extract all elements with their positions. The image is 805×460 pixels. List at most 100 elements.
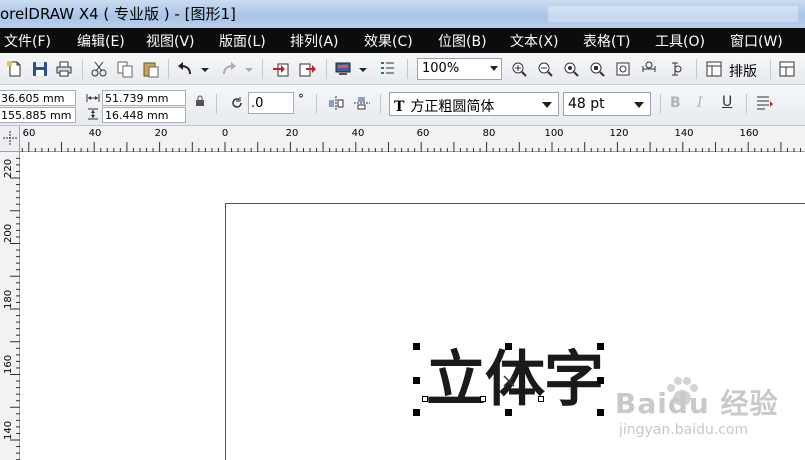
ruler-label: 180 — [3, 289, 14, 309]
mirror-vertical-icon[interactable] — [354, 96, 370, 110]
zoom-to-page-width-icon[interactable] — [640, 60, 658, 78]
selection-handle-middle-left[interactable] — [413, 377, 420, 384]
zoom-level-select[interactable]: 100% — [417, 58, 502, 80]
vertical-ruler[interactable]: 220 200 180 160 140 — [0, 152, 20, 460]
height-icon — [88, 108, 98, 120]
title-bar: orelDRAW X4 ( 专业版 ) - [图形1] — [0, 0, 805, 28]
menu-text[interactable]: 文本(X) — [510, 31, 559, 51]
zoom-to-all-objects-icon[interactable] — [588, 60, 606, 78]
standard-toolbar: 100% 排版 — [0, 53, 805, 85]
zoom-to-page-height-icon[interactable] — [666, 60, 684, 78]
position-y-field[interactable]: 155.885 mm — [0, 107, 76, 123]
ruler-label: 120 — [609, 128, 629, 139]
object-height-field[interactable]: 16.448 mm — [102, 107, 186, 123]
watermark-url: jingyan.baidu.com — [619, 422, 749, 438]
chevron-down-icon[interactable] — [490, 66, 498, 71]
ruler-label: 140 — [3, 420, 14, 440]
layout-docker-icon[interactable] — [705, 60, 723, 78]
center-cross-icon — [503, 375, 515, 387]
menu-table[interactable]: 表格(T) — [583, 31, 630, 51]
undo-icon[interactable] — [176, 60, 194, 78]
zoom-to-page-icon[interactable] — [614, 60, 632, 78]
menu-window[interactable]: 窗口(W) — [730, 31, 783, 51]
ruler-label: 160 — [739, 128, 759, 139]
chevron-down-icon[interactable] — [542, 102, 552, 108]
degree-symbol: ° — [298, 92, 304, 106]
toolbar-separator — [660, 94, 661, 114]
width-icon — [86, 94, 100, 102]
menu-view[interactable]: 视图(V) — [146, 31, 195, 51]
menu-edit[interactable]: 编辑(E) — [77, 31, 125, 51]
selection-handle-bottom-left[interactable] — [413, 409, 420, 416]
launcher-dropdown-icon[interactable] — [358, 60, 368, 78]
menu-tools[interactable]: 工具(O) — [655, 31, 705, 51]
export-icon[interactable] — [298, 60, 316, 78]
mirror-horizontal-icon[interactable] — [328, 96, 344, 110]
ruler-origin-corner[interactable] — [0, 126, 20, 152]
rotation-angle-field[interactable]: .0 — [248, 92, 294, 114]
ruler-label: 0 — [221, 128, 229, 139]
toolbar-separator — [168, 59, 169, 79]
undo-dropdown-icon[interactable] — [200, 60, 210, 78]
property-bar: 36.605 mm 155.885 mm 51.739 mm 16.448 mm… — [0, 86, 805, 126]
ruler-label: 20 — [285, 128, 299, 139]
selection-handle-top-left[interactable] — [413, 343, 420, 350]
ruler-label: 60 — [416, 128, 430, 139]
print-icon[interactable] — [55, 60, 73, 78]
welcome-screen-icon[interactable] — [378, 60, 396, 78]
toolbar-separator — [407, 59, 408, 79]
toolbar-separator — [746, 94, 747, 114]
window-title: orelDRAW X4 ( 专业版 ) - [图形1] — [0, 5, 236, 23]
menu-bar: 文件(F) 编辑(E) 视图(V) 版面(L) 排列(A) 效果(C) 位图(B… — [0, 28, 805, 53]
underline-icon[interactable]: U — [722, 94, 732, 110]
import-icon[interactable] — [272, 60, 290, 78]
redo-dropdown-icon[interactable] — [244, 60, 254, 78]
chevron-down-icon[interactable] — [634, 102, 644, 108]
menu-bitmaps[interactable]: 位图(B) — [438, 31, 487, 51]
zoom-in-icon[interactable] — [510, 60, 528, 78]
ruler-label: 40 — [88, 128, 102, 139]
toolbar-separator — [262, 59, 263, 79]
font-family-select[interactable]: T 方正粗圆简体 — [389, 92, 559, 116]
menu-layout[interactable]: 版面(L) — [219, 31, 266, 51]
docker-grid-icon[interactable] — [778, 60, 796, 78]
zoom-out-icon[interactable] — [536, 60, 554, 78]
text-align-icon[interactable] — [756, 95, 774, 111]
selection-handle-bottom-right[interactable] — [597, 409, 604, 416]
character-node-handle[interactable] — [480, 396, 486, 402]
toolbar-separator — [216, 94, 217, 114]
zoom-to-selected-icon[interactable] — [562, 60, 580, 78]
character-node-handle[interactable] — [422, 396, 428, 402]
object-width-field[interactable]: 51.739 mm — [102, 90, 186, 106]
selection-handle-top-right[interactable] — [597, 343, 604, 350]
selection-handle-bottom-center[interactable] — [505, 409, 512, 416]
new-document-icon[interactable] — [6, 60, 24, 78]
toolbar-separator — [326, 59, 327, 79]
copy-icon[interactable] — [116, 60, 134, 78]
position-x-field[interactable]: 36.605 mm — [0, 90, 76, 106]
application-launcher-icon[interactable] — [334, 60, 352, 78]
toolbar-separator — [696, 59, 697, 79]
layout-button-label[interactable]: 排版 — [729, 61, 757, 81]
toolbar-separator — [770, 59, 771, 79]
bold-icon[interactable]: B — [670, 95, 681, 111]
character-node-handle[interactable] — [538, 396, 544, 402]
redo-icon[interactable] — [220, 60, 238, 78]
lock-ratio-icon[interactable] — [194, 95, 206, 107]
toolbar-separator — [380, 94, 381, 114]
ruler-label: 140 — [674, 128, 694, 139]
cut-icon[interactable] — [90, 60, 108, 78]
menu-arrange[interactable]: 排列(A) — [290, 31, 339, 51]
selection-handle-middle-right[interactable] — [597, 377, 604, 384]
italic-icon[interactable]: I — [697, 95, 703, 111]
menu-effects[interactable]: 效果(C) — [364, 31, 413, 51]
selection-handle-top-center[interactable] — [505, 343, 512, 350]
font-size-select[interactable]: 48 pt — [563, 92, 651, 116]
menu-file[interactable]: 文件(F) — [4, 31, 51, 51]
rotation-icon — [232, 97, 242, 108]
paste-icon[interactable] — [142, 60, 160, 78]
ruler-label: 100 — [544, 128, 564, 139]
horizontal-ruler[interactable]: 60 40 20 0 20 40 60 80 100 120 140 160 — [20, 126, 805, 152]
ruler-origin-icon — [3, 131, 17, 145]
save-icon[interactable] — [31, 60, 49, 78]
